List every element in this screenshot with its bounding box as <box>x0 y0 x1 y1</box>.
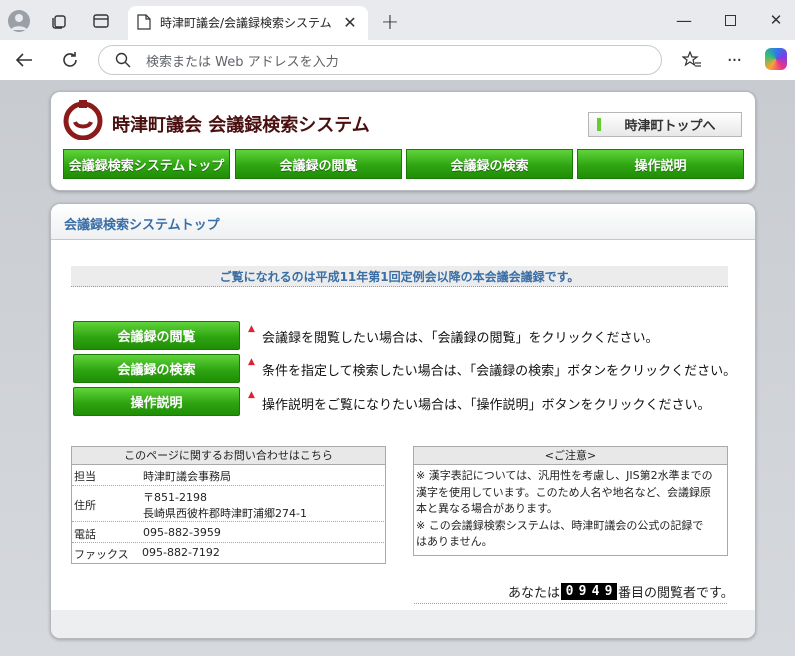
nav-browse[interactable]: 会議録の閲覧 <box>235 149 402 179</box>
profile-icon[interactable] <box>8 10 30 32</box>
contact-value: 時津町議会事務局 <box>143 470 231 483</box>
contact-key: 住所 <box>74 499 96 512</box>
counter-digit: 9 <box>604 584 613 599</box>
caution-text: ※ 漢字表記については、汎用性を考慮し、JIS第2水準までの 漢字を使用していま… <box>416 468 713 551</box>
bullet-mark: ▲ <box>248 390 255 400</box>
counter-digit: 9 <box>578 584 587 599</box>
copilot-icon[interactable] <box>765 48 787 70</box>
favorites-icon[interactable] <box>680 48 704 72</box>
contact-value: 095-882-3959 <box>143 526 221 539</box>
contact-key: ファックス <box>74 548 129 561</box>
minimize-icon[interactable]: — <box>672 8 696 32</box>
visitor-counter: あなたは 0 9 4 9 番目の閲覧者です。 <box>508 582 734 601</box>
contact-value: 〒851-2198 <box>143 491 207 504</box>
address-placeholder: 検索または Web アドレスを入力 <box>146 55 339 70</box>
more-options-icon[interactable]: ··· <box>722 48 746 72</box>
counter-digit: 0 <box>565 584 574 599</box>
contact-value: 長崎県西彼杵郡時津町浦郷274-1 <box>143 507 307 520</box>
search-button[interactable]: 会議録の検索 <box>73 354 240 383</box>
close-tab-icon[interactable]: ✕ <box>340 12 360 32</box>
site-title: 時津町議会 会議録検索システム <box>112 115 370 136</box>
window-close-icon[interactable]: ✕ <box>764 8 788 32</box>
counter-underline <box>414 603 727 604</box>
new-tab-icon[interactable]: + <box>378 10 402 35</box>
tab-actions-icon[interactable] <box>90 10 112 32</box>
help-description: 操作説明をご覧になりたい場合は、「操作説明」ボタンをクリックください。 <box>262 398 711 413</box>
main-footer-bar <box>51 610 755 638</box>
nav-search[interactable]: 会議録の検索 <box>406 149 573 179</box>
nav-help[interactable]: 操作説明 <box>577 149 744 179</box>
help-button[interactable]: 操作説明 <box>73 387 240 416</box>
bullet-mark: ▲ <box>248 324 255 334</box>
back-icon[interactable] <box>12 48 36 72</box>
contact-key: 電話 <box>74 528 96 541</box>
contact-value: 095-882-7192 <box>142 546 220 559</box>
caution-header: <ご注意> <box>414 447 727 465</box>
town-emblem-icon <box>62 98 104 141</box>
tab-title: 時津町議会/会議録検索システム <box>160 16 332 30</box>
refresh-icon[interactable] <box>58 48 82 72</box>
page-icon <box>136 14 152 30</box>
nav-system-top[interactable]: 会議録検索システムトップ <box>63 149 230 179</box>
table-row: 電話 095-882-3959 <box>72 522 386 543</box>
search-description: 条件を指定して検索したい場合は、「会議録の検索」ボタンをクリックください。 <box>262 364 737 379</box>
browse-description: 会議録を閲覧したい場合は、「会議録の閲覧」をクリックください。 <box>262 331 659 346</box>
caution-line: 本と異なる場合があります。 <box>416 502 558 515</box>
main-heading: 会議録検索システムトップ <box>64 218 220 233</box>
counter-digit: 4 <box>591 584 600 599</box>
caution-line: はありません。 <box>416 535 493 548</box>
bullet-mark: ▲ <box>248 357 255 367</box>
contact-header: このページに関するお問い合わせはこちら <box>72 447 385 465</box>
caution-line: 漢字を使用しています。このため人名や地名など、会議録原 <box>416 485 712 499</box>
notice-text: ご覧になれるのは平成11年第1回定例会以降の本会議会議録です。 <box>219 270 580 284</box>
contact-key: 担当 <box>74 470 96 483</box>
counter-suffix: 番目の閲覧者です。 <box>618 586 734 601</box>
town-top-link[interactable]: 時津町トップへ <box>588 112 742 137</box>
link-marker-icon <box>597 118 601 131</box>
table-row: 住所 〒851-2198 長崎県西彼杵郡時津町浦郷274-1 <box>72 486 386 522</box>
maximize-icon[interactable] <box>718 8 742 32</box>
table-row: 担当 時津町議会事務局 <box>72 465 386 486</box>
search-icon <box>114 51 132 69</box>
table-row: ファックス 095-882-7192 <box>72 543 385 563</box>
collections-icon[interactable] <box>48 10 70 32</box>
caution-line: ※ 漢字表記については、汎用性を考慮し、JIS第2水準までの <box>416 469 713 482</box>
town-top-label: 時津町トップへ <box>624 119 716 134</box>
counter-prefix: あなたは <box>508 586 561 601</box>
caution-line: ※ この会議録検索システムは、時津町議会の公式の記録で <box>416 518 704 532</box>
browse-button[interactable]: 会議録の閲覧 <box>73 321 240 350</box>
